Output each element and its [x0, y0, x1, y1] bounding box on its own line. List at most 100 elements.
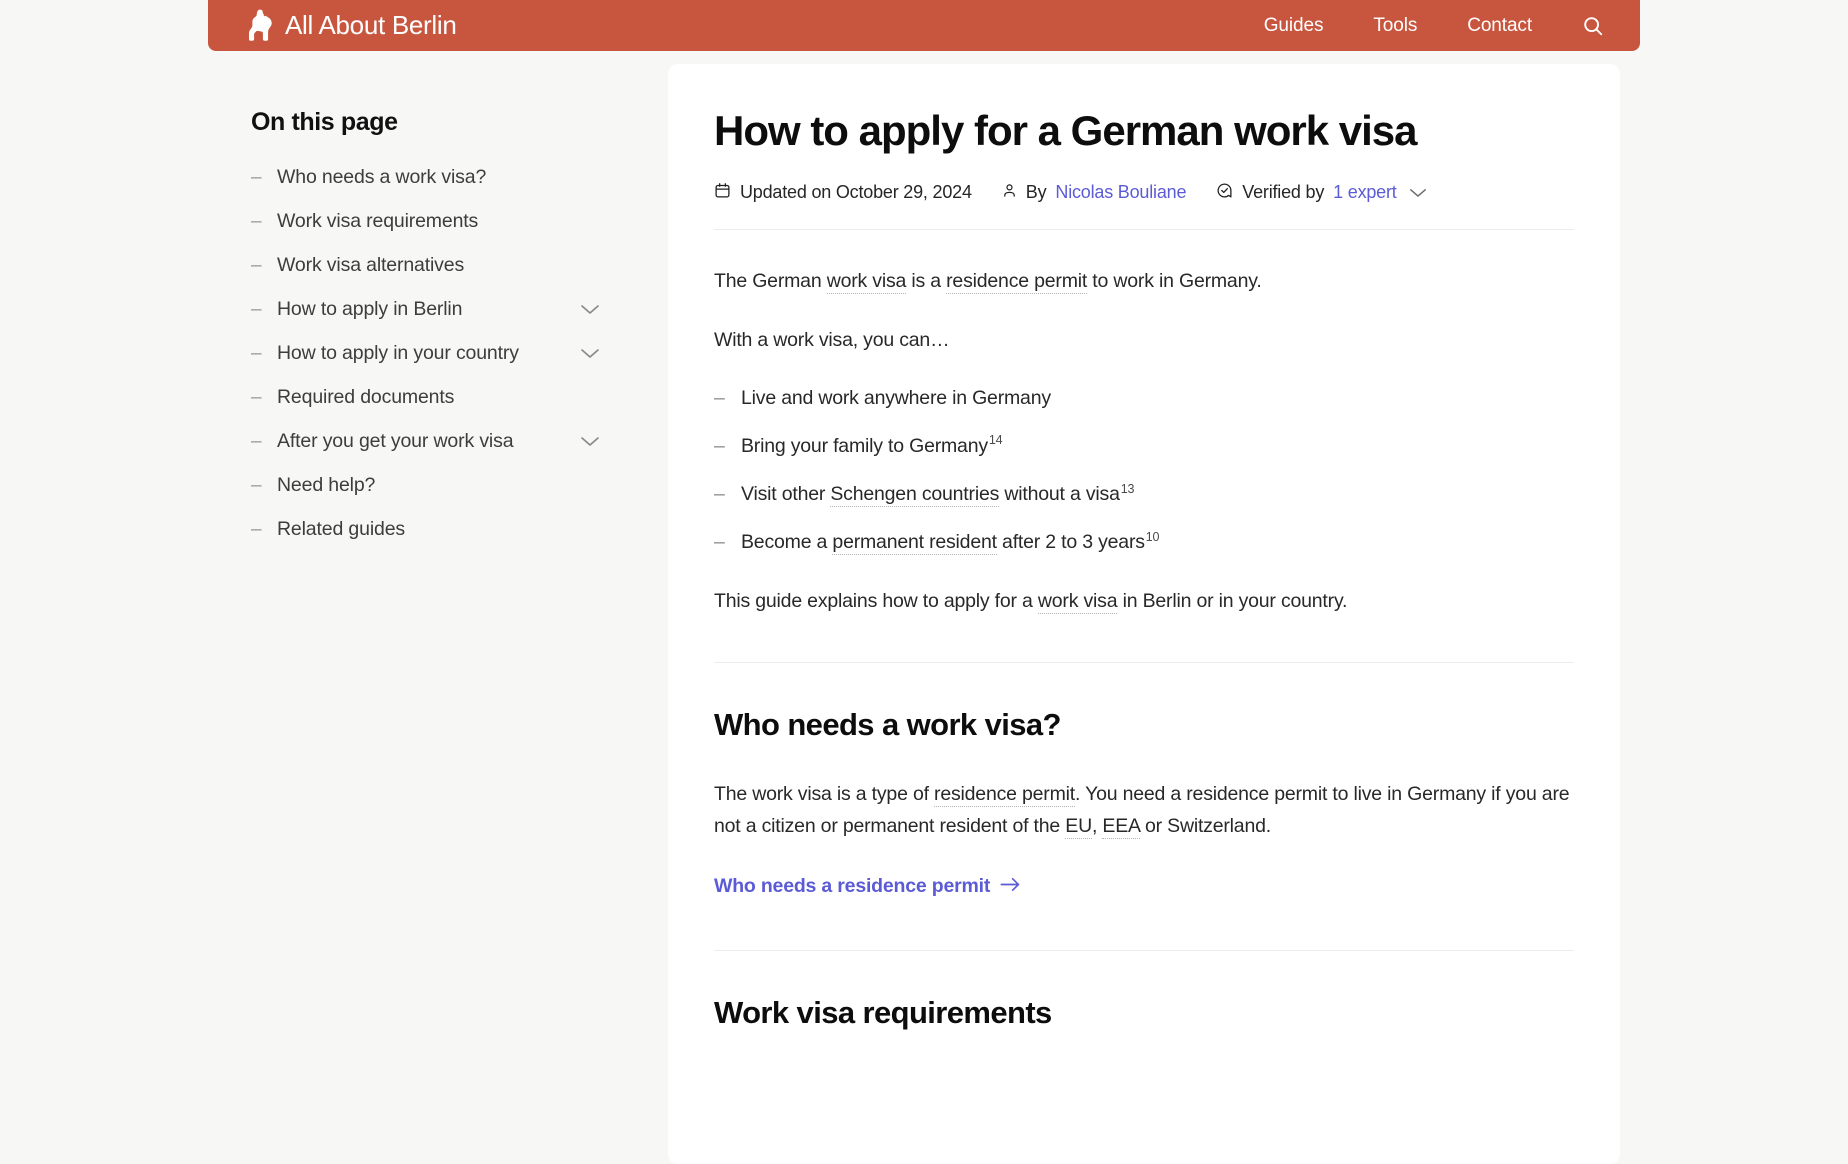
list-dash: –: [251, 300, 277, 319]
cta-label: Who needs a residence permit: [714, 875, 990, 898]
list-dash: –: [251, 388, 277, 407]
berlin-bear-icon: [248, 9, 274, 42]
sidebar-item-label[interactable]: Required documents: [277, 386, 454, 409]
sidebar-item-required-documents[interactable]: – Required documents: [251, 383, 604, 411]
list-item: – Become a permanent resident after 2 to…: [714, 527, 1574, 558]
closing-text-b: in Berlin or in your country.: [1117, 590, 1347, 612]
sidebar-item-work-visa-requirements[interactable]: – Work visa requirements: [251, 207, 604, 235]
section-divider: [714, 950, 1574, 951]
brand-logo-link[interactable]: All About Berlin: [248, 9, 457, 42]
author-link[interactable]: Nicolas Bouliane: [1055, 182, 1186, 203]
who-needs-a-residence-permit-link[interactable]: Who needs a residence permit: [714, 875, 1021, 898]
list-dash: –: [251, 212, 277, 231]
benefit-text: Live and work anywhere in Germany: [741, 383, 1051, 414]
sidebar-item-label[interactable]: How to apply in your country: [277, 342, 519, 365]
section-body-paragraph: The work visa is a type of residence per…: [714, 779, 1574, 842]
section-text-d: or Switzerland.: [1140, 815, 1271, 837]
list-item: – Live and work anywhere in Germany: [714, 383, 1574, 414]
intro-text-b: is a: [906, 270, 946, 292]
eu-link[interactable]: EU: [1065, 815, 1092, 839]
footnote-ref[interactable]: 13: [1121, 482, 1135, 496]
footnote-ref[interactable]: 10: [1146, 530, 1160, 544]
nav-item-tools[interactable]: Tools: [1373, 15, 1417, 37]
section-divider: [714, 662, 1574, 663]
list-dash: –: [251, 432, 277, 451]
sidebar-item-how-to-apply-in-your-country[interactable]: – How to apply in your country: [251, 339, 604, 367]
benefit-prefix: Become a: [741, 531, 832, 553]
on-this-page-sidebar: On this page – Who needs a work visa? – …: [208, 51, 648, 559]
residence-permit-link[interactable]: residence permit: [946, 270, 1087, 294]
section-text-a: The work visa is a type of: [714, 783, 934, 805]
article-meta: Updated on October 29, 2024 By Nicolas B…: [714, 182, 1574, 230]
intro-text-a: The German: [714, 270, 827, 292]
sidebar-title: On this page: [251, 108, 604, 137]
search-icon[interactable]: [1582, 15, 1604, 37]
sidebar-item-after-you-get-your-work-visa[interactable]: – After you get your work visa: [251, 427, 604, 455]
verified-prefix: Verified by: [1242, 182, 1324, 203]
arrow-right-icon: [1000, 875, 1021, 898]
brand-name: All About Berlin: [285, 10, 457, 41]
work-visa-link[interactable]: work visa: [1038, 590, 1117, 614]
chevron-down-icon[interactable]: [576, 299, 604, 319]
list-dash: –: [714, 431, 741, 462]
by-prefix: By: [1026, 182, 1047, 203]
sidebar-item-label[interactable]: After you get your work visa: [277, 430, 513, 453]
sidebar-item-how-to-apply-in-berlin[interactable]: – How to apply in Berlin: [251, 295, 604, 323]
sidebar-item-who-needs-a-work-visa[interactable]: – Who needs a work visa?: [251, 163, 604, 191]
work-visa-link[interactable]: work visa: [827, 270, 906, 294]
verified-badge: Verified by 1 expert: [1216, 182, 1426, 204]
footnote-ref[interactable]: 14: [989, 433, 1003, 447]
list-dash: –: [714, 479, 741, 510]
benefit-suffix: without a visa: [999, 483, 1120, 505]
list-dash: –: [251, 476, 277, 495]
section-heading-work-visa-requirements: Work visa requirements: [714, 995, 1574, 1031]
sidebar-item-label[interactable]: Work visa requirements: [277, 210, 478, 233]
closing-text-a: This guide explains how to apply for a: [714, 590, 1038, 612]
updated-date-text: Updated on October 29, 2024: [740, 182, 972, 203]
sidebar-item-need-help[interactable]: – Need help?: [251, 471, 604, 499]
sidebar-item-related-guides[interactable]: – Related guides: [251, 515, 604, 543]
benefit-text: Become a permanent resident after 2 to 3…: [741, 527, 1159, 558]
list-dash: –: [714, 383, 741, 414]
list-dash: –: [251, 344, 277, 363]
eea-link[interactable]: EEA: [1102, 815, 1139, 839]
chevron-down-icon[interactable]: [1409, 187, 1427, 198]
benefit-text: Bring your family to Germany14: [741, 431, 1002, 462]
main-nav: Guides Tools Contact: [1264, 15, 1604, 37]
section-text-c: ,: [1092, 815, 1102, 837]
sidebar-item-label[interactable]: How to apply in Berlin: [277, 298, 462, 321]
sidebar-item-label[interactable]: Related guides: [277, 518, 405, 541]
table-of-contents: – Who needs a work visa? – Work visa req…: [251, 163, 604, 543]
intro-text-c: to work in Germany.: [1087, 270, 1261, 292]
verified-expert-link[interactable]: 1 expert: [1333, 182, 1396, 203]
updated-date: Updated on October 29, 2024: [714, 182, 972, 204]
sidebar-item-work-visa-alternatives[interactable]: – Work visa alternatives: [251, 251, 604, 279]
list-dash: –: [251, 168, 277, 187]
sidebar-item-label[interactable]: Need help?: [277, 474, 375, 497]
article-card: How to apply for a German work visa Upda…: [668, 64, 1620, 1164]
chevron-down-icon[interactable]: [576, 431, 604, 451]
nav-item-guides[interactable]: Guides: [1264, 15, 1324, 37]
verified-check-icon: [1216, 182, 1233, 204]
person-icon: [1002, 182, 1017, 204]
sidebar-item-label[interactable]: Work visa alternatives: [277, 254, 464, 277]
list-dash: –: [251, 520, 277, 539]
permanent-resident-link[interactable]: permanent resident: [832, 531, 996, 555]
list-item: – Visit other Schengen countries without…: [714, 479, 1574, 510]
author-byline: By Nicolas Bouliane: [1002, 182, 1187, 204]
chevron-down-icon[interactable]: [576, 343, 604, 363]
page-layout: On this page – Who needs a work visa? – …: [0, 51, 1848, 1077]
list-dash: –: [714, 527, 741, 558]
intro-paragraph-2: With a work visa, you can…: [714, 325, 1574, 357]
sidebar-item-label[interactable]: Who needs a work visa?: [277, 166, 486, 189]
benefit-prefix: Visit other: [741, 483, 830, 505]
residence-permit-link[interactable]: residence permit: [934, 783, 1075, 807]
calendar-icon: [714, 182, 731, 204]
site-header: All About Berlin Guides Tools Contact: [208, 0, 1640, 51]
benefits-list: – Live and work anywhere in Germany – Br…: [714, 383, 1574, 559]
nav-item-contact[interactable]: Contact: [1467, 15, 1532, 37]
benefit-label: Bring your family to Germany: [741, 435, 988, 457]
benefit-text: Visit other Schengen countries without a…: [741, 479, 1134, 510]
schengen-countries-link[interactable]: Schengen countries: [830, 483, 999, 507]
closing-paragraph: This guide explains how to apply for a w…: [714, 586, 1574, 618]
